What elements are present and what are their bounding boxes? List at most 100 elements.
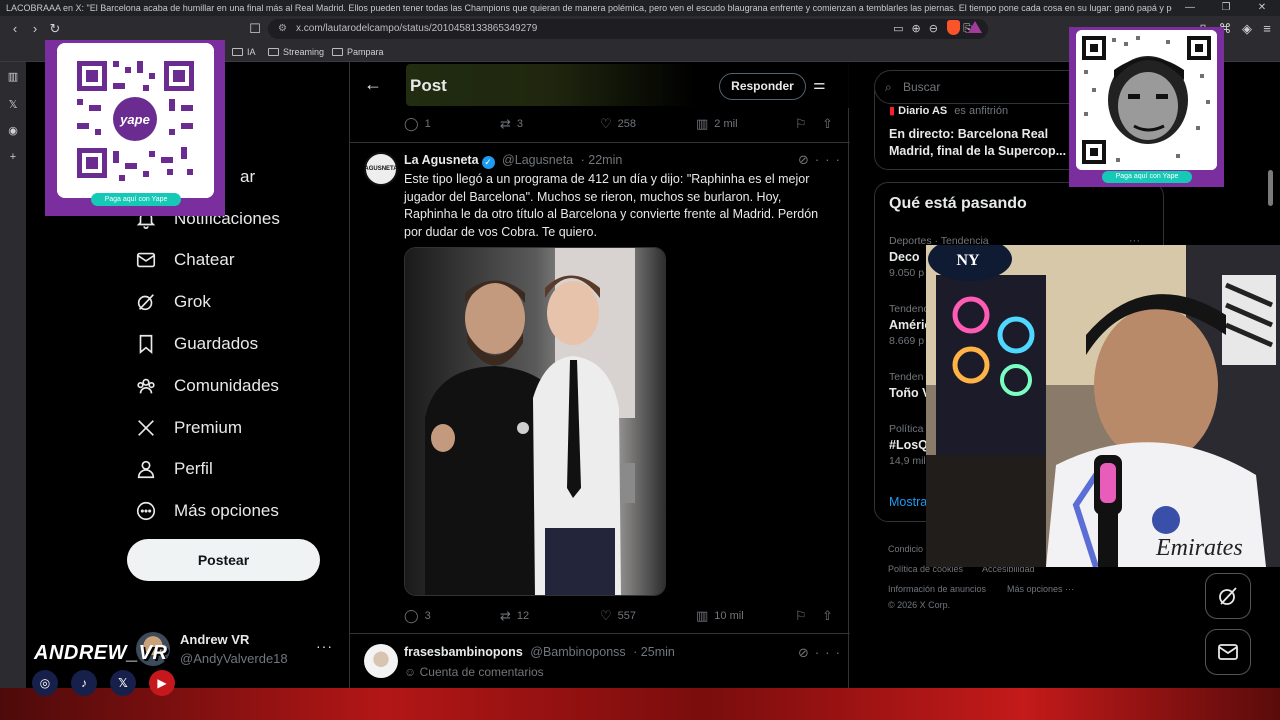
reply-author-line[interactable]: frasesbambinopons @Bambinoponss · 25min: [404, 645, 675, 659]
tweet-tools: ⊘···: [798, 152, 846, 168]
verified-badge-icon: ✓: [481, 156, 495, 169]
tweet-author-line[interactable]: La Agusneta ✓ @Lagusneta · 22min: [404, 153, 622, 169]
nav-item-comunidades[interactable]: Comunidades: [134, 371, 279, 401]
address-bar[interactable]: ⚙ x.com/lautarodelcampo/status/201045813…: [268, 19, 988, 39]
tweet-handle: @Lagusneta: [502, 153, 574, 167]
mail-icon: [134, 248, 158, 272]
post-column: ← Post Responder ⚌ ◯ 1 ⇄ 3 ♡ 258 ▥ 2 mil ⚐ ⇧…: [349, 62, 850, 688]
mail-icon: [1218, 644, 1238, 660]
filter-icon[interactable]: ⚌: [813, 76, 826, 93]
menu-icon[interactable]: ≡: [1258, 20, 1276, 38]
reply-tools: ⊘···: [798, 645, 846, 661]
bookmark-folder-pampara[interactable]: Pampara: [332, 45, 384, 59]
grok-icon: [134, 290, 158, 314]
qr-left-label: Paga aquí con Yape: [91, 193, 181, 206]
url-actions[interactable]: ▭⊕⊖⇪⎘: [893, 19, 980, 39]
views-action[interactable]: ▥ 2 mil: [696, 116, 738, 132]
nav-item-mas-opciones[interactable]: Más opciones: [134, 496, 279, 526]
more-icon[interactable]: ···: [815, 152, 846, 167]
back-icon[interactable]: ‹: [6, 20, 24, 38]
back-arrow-icon[interactable]: ←: [364, 74, 382, 95]
chrome-site-icon[interactable]: ◉: [6, 124, 20, 138]
social-icons: ◎ ♪ 𝕏 ▶: [32, 670, 175, 696]
post-button[interactable]: Postear: [127, 539, 320, 581]
avatar[interactable]: [364, 644, 398, 678]
share-action[interactable]: ⇧: [822, 116, 833, 132]
tweet-dot: ·: [580, 153, 585, 167]
forward-icon[interactable]: ›: [26, 20, 44, 38]
tweet-actions: ◯ 3 ⇄ 12 ♡ 557 ▥ 10 mil ⚐ ⇧: [404, 608, 834, 626]
reload-icon[interactable]: ↻: [46, 20, 64, 38]
photo-illustration: [405, 248, 665, 595]
reply-icon: ◯: [404, 608, 419, 623]
qr-code: yape: [57, 43, 214, 198]
repost-icon: ⇄: [500, 608, 511, 623]
nav-item-chatear[interactable]: Chatear: [134, 245, 234, 275]
add-site-icon[interactable]: +: [6, 150, 20, 164]
bookmark-folder-ia[interactable]: IA: [232, 45, 256, 59]
sidebar-panel-icon[interactable]: ▥: [6, 70, 20, 84]
more-circle-icon: [134, 499, 158, 523]
reply-time: 25min: [640, 645, 675, 659]
x-site-icon[interactable]: 𝕏: [6, 98, 20, 112]
like-action[interactable]: ♡ 557: [600, 608, 636, 624]
reply-action[interactable]: ◯ 3: [404, 608, 431, 624]
bookmark-page-icon[interactable]: ☐: [246, 20, 264, 38]
qr-code: [1076, 30, 1217, 170]
nav-item-guardados[interactable]: Guardados: [134, 329, 258, 359]
tweet-photo[interactable]: [404, 247, 666, 596]
account-name[interactable]: Andrew VR: [180, 632, 249, 647]
bookmark-folder-streaming[interactable]: Streaming: [268, 45, 324, 59]
webcam-illustration: NY Emirates: [926, 245, 1280, 567]
grok-fab[interactable]: [1205, 573, 1251, 619]
tweet-author: La Agusneta: [404, 153, 479, 167]
nav-item-grok[interactable]: Grok: [134, 287, 211, 317]
footer-link[interactable]: Condicio: [888, 544, 923, 554]
bookmark-action[interactable]: ⚐: [796, 116, 806, 132]
share-icon: ⇧: [822, 116, 833, 131]
footer-link[interactable]: Información de anuncios: [888, 584, 986, 594]
shield-icon[interactable]: ◈: [1238, 20, 1256, 38]
folder-icon: [232, 48, 243, 56]
parent-post-actions: ◯ 1 ⇄ 3 ♡ 258 ▥ 2 mil ⚐ ⇧: [404, 116, 834, 134]
bookmark-icon: ⚐: [796, 608, 806, 623]
repost-action[interactable]: ⇄ 12: [500, 608, 529, 624]
account-more-icon[interactable]: ···: [316, 638, 333, 654]
share-action[interactable]: ⇧: [822, 608, 833, 624]
reply-button[interactable]: Responder: [719, 73, 806, 100]
site-info-icon[interactable]: ⚙: [278, 19, 287, 39]
streamer-name: ANDREW_VR: [34, 642, 168, 664]
x-logo-icon: [134, 416, 158, 440]
tweet-text: Este tipo llegó a un programa de 412 un …: [404, 172, 819, 239]
like-action[interactable]: ♡ 258: [600, 116, 636, 132]
brave-rewards-icon[interactable]: [968, 21, 982, 33]
trend-item[interactable]: Tenden Toño V: [889, 371, 930, 403]
account-handle[interactable]: @AndyValverde18: [180, 651, 288, 666]
show-more-link[interactable]: Mostra: [889, 495, 927, 509]
nav-item-partial[interactable]: ar: [240, 162, 255, 192]
reply-author: frasesbambinopons: [404, 645, 523, 659]
grok-icon[interactable]: ⊘: [798, 645, 815, 660]
window-title: LACOBRAAA en X: "El Barcelona acaba de h…: [0, 0, 1280, 16]
brave-shields-icon[interactable]: [947, 20, 960, 35]
footer-link[interactable]: Más opciones ···: [1007, 584, 1074, 594]
trend-item[interactable]: Política #LosQ 14,9 mil: [889, 423, 928, 467]
maximize-icon[interactable]: ❐: [1208, 0, 1244, 16]
avatar[interactable]: AGUSNETA: [364, 152, 398, 186]
views-action[interactable]: ▥ 10 mil: [696, 608, 744, 624]
grok-icon[interactable]: ⊘: [798, 152, 815, 167]
folder-icon: [332, 48, 343, 56]
yape-qr-panel-left: yape Paga aquí con Yape: [45, 40, 225, 216]
reply-action[interactable]: ◯ 1: [404, 116, 431, 132]
minimize-icon[interactable]: —: [1172, 0, 1208, 16]
bookmark-action[interactable]: ⚐: [796, 608, 806, 624]
yape-qr-panel-right: Paga aquí con Yape: [1069, 27, 1224, 187]
nav-item-perfil[interactable]: Perfil: [134, 454, 213, 484]
repost-action[interactable]: ⇄ 3: [500, 116, 523, 132]
more-icon[interactable]: ···: [815, 645, 846, 660]
nav-item-premium[interactable]: Premium: [134, 413, 242, 443]
close-icon[interactable]: ✕: [1244, 0, 1280, 16]
reply-subtitle: ☺ Cuenta de comentarios: [404, 665, 544, 679]
messages-fab[interactable]: [1205, 629, 1251, 675]
page-scrollbar[interactable]: [1268, 170, 1273, 206]
